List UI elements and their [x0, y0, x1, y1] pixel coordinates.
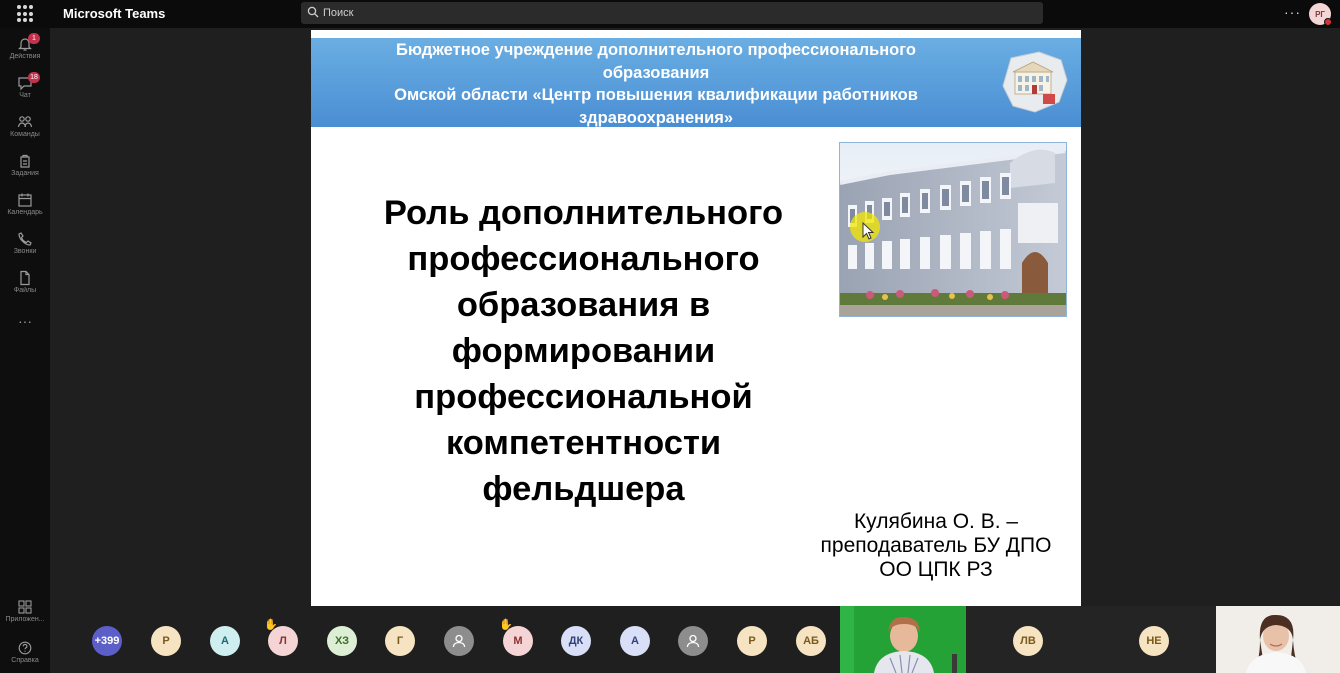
overflow-participants-button[interactable]: +399	[92, 626, 122, 656]
participant-avatar[interactable]: ХЗ	[327, 626, 357, 656]
rail-label: Справка	[11, 657, 39, 664]
participant-avatar[interactable]: Г	[385, 626, 415, 656]
rail-label: Чат	[19, 92, 31, 99]
rail-item-teams[interactable]: Команды	[0, 108, 50, 146]
rail-label: Календарь	[7, 209, 43, 216]
rail-item-chat[interactable]: 18 Чат	[0, 69, 50, 107]
title-line: профессиональной	[414, 378, 753, 416]
participant-roster: +399 Р А Л ✋ ХЗ Г М ✋ ДК А Р АБ ЛВ НЕ	[50, 606, 1340, 673]
calendar-icon	[18, 193, 32, 207]
raised-hand-icon: ✋	[499, 619, 513, 631]
title-bar: Microsoft Teams Поиск ··· РГ	[0, 0, 1340, 28]
author-line: Кулябина О. В. –	[853, 510, 1019, 533]
person-icon	[686, 634, 700, 648]
rail-item-calls[interactable]: Звонки	[0, 225, 50, 263]
rail-item-files[interactable]: Файлы	[0, 264, 50, 302]
author-line: ОО ЦПК РЗ	[879, 558, 993, 581]
header-line: Бюджетное учреждение дополнительного про…	[396, 41, 916, 59]
status-dot	[1324, 18, 1332, 26]
participant-avatar-placeholder[interactable]	[444, 626, 474, 656]
profile-avatar[interactable]: РГ	[1309, 3, 1332, 26]
participant-avatar[interactable]: А	[210, 626, 240, 656]
institution-name: Бюджетное учреждение дополнительного про…	[311, 39, 1081, 129]
chat-badge: 18	[28, 72, 40, 83]
participant-avatar[interactable]: Р	[737, 626, 767, 656]
shared-slide: Бюджетное учреждение дополнительного про…	[311, 30, 1081, 606]
rail-item-apps[interactable]: Приложен...	[0, 598, 50, 623]
header-line: здравоохранения»	[578, 108, 734, 127]
rail-item-assignments[interactable]: Задания	[0, 147, 50, 185]
more-apps-icon[interactable]: ···	[0, 313, 50, 329]
participant-video-tile[interactable]	[840, 606, 966, 673]
apps-icon	[18, 600, 32, 614]
pointer-highlight-icon	[850, 212, 880, 242]
title-line: профессионального	[407, 240, 760, 278]
title-line: Роль дополнительного	[383, 194, 784, 232]
activity-badge: 1	[28, 33, 40, 44]
teams-icon	[17, 116, 33, 128]
participant-avatar: ЛВ	[1013, 626, 1043, 656]
participant-video	[840, 606, 966, 673]
app-title: Microsoft Teams	[63, 6, 166, 21]
files-icon	[20, 270, 30, 286]
self-video	[1216, 606, 1340, 673]
rail-label: Звонки	[13, 248, 37, 255]
participant-tile[interactable]: ЛВ	[966, 606, 1091, 673]
participant-avatar-placeholder[interactable]	[678, 626, 708, 656]
region-emblem-icon	[1002, 51, 1068, 113]
participant-avatar[interactable]: А	[620, 626, 650, 656]
title-line: формировании	[451, 332, 716, 370]
search-input[interactable]: Поиск	[301, 2, 1043, 24]
more-options-icon[interactable]: ···	[1284, 4, 1301, 20]
title-line: фельдшера	[482, 470, 685, 508]
rail-label: Файлы	[13, 287, 37, 294]
rail-label: Задания	[11, 170, 39, 177]
search-placeholder: Поиск	[323, 7, 354, 19]
person-icon	[452, 634, 466, 648]
self-video-tile[interactable]	[1216, 606, 1340, 673]
header-line: Омской области «Центр повышения квалифик…	[394, 86, 918, 104]
app-rail: 1 Действия 18 Чат Команды Задания Календ…	[0, 28, 50, 673]
rail-label: Приложен...	[5, 616, 45, 623]
app-launcher-icon[interactable]	[17, 5, 35, 23]
rail-item-activity[interactable]: 1 Действия	[0, 30, 50, 68]
participant-avatar[interactable]: Р	[151, 626, 181, 656]
assignments-icon	[20, 154, 30, 168]
rail-item-help[interactable]: Справка	[0, 639, 50, 664]
participant-avatar[interactable]: ДК	[561, 626, 591, 656]
title-line: компетентности	[445, 424, 722, 462]
rail-label: Команды	[10, 131, 40, 138]
slide-title: Роль дополнительного профессионального о…	[341, 190, 826, 512]
title-line: образования в	[456, 286, 711, 324]
participant-tile[interactable]: НЕ	[1091, 606, 1216, 673]
header-line: образования	[602, 63, 710, 82]
profile-initials: РГ	[1315, 9, 1325, 19]
raised-hand-icon: ✋	[264, 619, 278, 631]
participant-avatar[interactable]: АБ	[796, 626, 826, 656]
participant-avatar: НЕ	[1139, 626, 1169, 656]
rail-label: Действия	[9, 53, 41, 60]
slide-header-banner: Бюджетное учреждение дополнительного про…	[311, 38, 1081, 127]
help-icon	[18, 641, 32, 655]
author-credit: Кулябина О. В. – преподаватель БУ ДПО ОО…	[801, 510, 1071, 582]
rail-item-calendar[interactable]: Календарь	[0, 186, 50, 224]
search-icon	[307, 6, 319, 18]
author-line: преподаватель БУ ДПО	[820, 534, 1052, 557]
phone-icon	[18, 232, 32, 246]
